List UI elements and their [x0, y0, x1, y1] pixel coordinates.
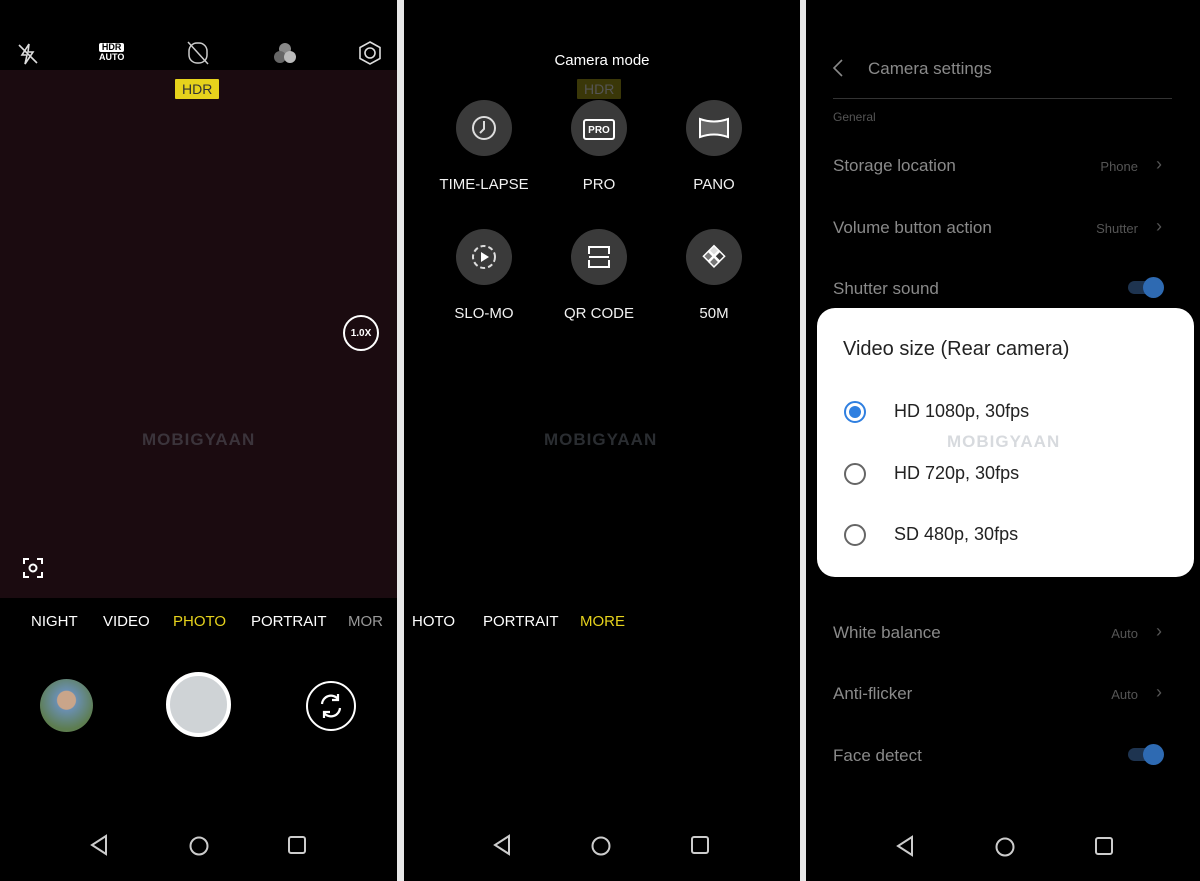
mode-photo[interactable]: PHOTO [173, 613, 226, 630]
option-label: SD 480p, 30fps [894, 524, 1019, 544]
section-header: General [833, 110, 876, 124]
setting-value: Auto [1111, 687, 1138, 702]
hdr-badge: HDR [577, 79, 622, 99]
recents-icon[interactable] [287, 835, 307, 855]
mode-label: SLO-MO [454, 305, 514, 322]
settings-icon[interactable] [357, 40, 383, 66]
setting-white-balance[interactable]: White balance Auto › [833, 621, 1162, 643]
qr-code-icon [588, 246, 610, 268]
camera-settings-screen: Camera settings General Storage location… [806, 0, 1200, 881]
chevron-right-icon: › [1156, 682, 1162, 702]
shutter-button[interactable] [166, 672, 231, 737]
recents-icon[interactable] [690, 835, 710, 855]
video-size-dialog: Video size (Rear camera) HD 1080p, 30fps… [817, 308, 1194, 577]
watermark: MOBIGYAAN [947, 432, 1061, 451]
pano-icon [699, 117, 729, 139]
chevron-right-icon: › [1156, 216, 1162, 236]
nav-bar [806, 821, 1200, 881]
mode-label: QR CODE [563, 305, 634, 322]
setting-label: Volume button action [833, 218, 992, 237]
mode-slomo[interactable]: SLO-MO [429, 229, 539, 322]
home-icon[interactable] [590, 835, 612, 857]
setting-label: Storage location [833, 156, 956, 175]
setting-volume-button-action[interactable]: Volume button action Shutter › [833, 216, 1162, 238]
option-label: HD 1080p, 30fps [894, 401, 1030, 421]
chevron-right-icon: › [1156, 621, 1162, 641]
camera-photo-screen: HDR AUTO HDR MOBIGYAAN 1.0X NIGHT VIDEO … [0, 0, 397, 881]
home-icon[interactable] [994, 836, 1016, 858]
mode-label: 50M [699, 305, 729, 322]
setting-anti-flicker[interactable]: Anti-flicker Auto › [833, 682, 1162, 704]
setting-label: Anti-flicker [833, 684, 913, 703]
option-label: HD 720p, 30fps [894, 463, 1020, 483]
watermark: MOBIGYAAN [544, 430, 658, 449]
mode-photo[interactable]: HOTO [412, 613, 455, 630]
dialog-title: Video size (Rear camera) [843, 338, 1070, 360]
mode-night[interactable]: NIGHT [31, 613, 78, 630]
switch-camera-button[interactable] [305, 680, 357, 732]
hdr-label: HDR [99, 43, 125, 52]
setting-value: Shutter [1096, 221, 1138, 236]
mode-portrait[interactable]: PORTRAIT [251, 613, 327, 630]
setting-value: Auto [1111, 626, 1138, 641]
back-icon[interactable] [492, 834, 512, 856]
home-icon[interactable] [188, 835, 210, 857]
zoom-button[interactable]: 1.0X [343, 315, 379, 351]
back-icon[interactable] [895, 835, 915, 857]
nav-bar [0, 821, 397, 881]
mode-label: PRO [582, 176, 616, 193]
face-detect-toggle[interactable] [1128, 744, 1164, 765]
mode-portrait[interactable]: PORTRAIT [483, 613, 559, 630]
back-icon[interactable] [89, 834, 109, 856]
recents-icon[interactable] [1094, 836, 1114, 856]
setting-label: Shutter sound [833, 279, 939, 298]
radio-selected[interactable] [844, 401, 866, 423]
screen-title: Camera mode [554, 52, 650, 69]
mode-50m[interactable]: 50M [659, 229, 769, 322]
ai-off-icon[interactable] [186, 40, 210, 66]
hdr-auto-icon[interactable]: HDR AUTO [99, 43, 125, 62]
setting-face-detect: Face detect [833, 744, 1164, 766]
setting-value: Phone [1100, 159, 1138, 174]
mode-qr-code[interactable]: QR CODE [544, 229, 654, 322]
focus-icon[interactable] [22, 557, 44, 579]
flash-off-icon[interactable] [16, 42, 40, 66]
hdr-badge: HDR [175, 79, 220, 99]
radio-unselected[interactable] [844, 463, 866, 485]
setting-label: White balance [833, 623, 941, 642]
setting-shutter-sound: Shutter sound [833, 277, 1164, 299]
mode-video[interactable]: VIDEO [103, 613, 150, 630]
viewfinder[interactable] [0, 70, 397, 598]
mode-more[interactable]: MOR [348, 613, 383, 630]
page-title: Camera settings [868, 59, 992, 78]
setting-label: Face detect [833, 746, 922, 765]
mode-pano[interactable]: PANO [659, 100, 769, 193]
back-arrow-icon[interactable] [831, 58, 845, 78]
camera-mode-screen: Camera mode HDR TIME-LAPSE PRO PRO PANO … [404, 0, 800, 881]
radio-unselected[interactable] [844, 524, 866, 546]
mode-timelapse[interactable]: TIME-LAPSE [429, 100, 539, 193]
nav-bar [404, 821, 800, 881]
filter-icon[interactable] [272, 41, 298, 65]
setting-storage-location[interactable]: Storage location Phone › [833, 154, 1162, 176]
auto-label: AUTO [99, 52, 125, 62]
50m-icon [702, 244, 726, 268]
mode-label: TIME-LAPSE [439, 176, 529, 193]
mode-more[interactable]: MORE [580, 613, 625, 630]
mode-label: PANO [693, 176, 735, 193]
chevron-right-icon: › [1156, 154, 1162, 174]
pro-icon: PRO [583, 118, 615, 140]
gallery-thumbnail[interactable] [40, 679, 93, 732]
shutter-sound-toggle[interactable] [1128, 277, 1164, 298]
timelapse-icon [472, 116, 496, 140]
slomo-icon [472, 245, 496, 269]
mode-pro[interactable]: PRO PRO [544, 100, 654, 193]
divider [833, 98, 1172, 99]
watermark: MOBIGYAAN [142, 430, 256, 449]
